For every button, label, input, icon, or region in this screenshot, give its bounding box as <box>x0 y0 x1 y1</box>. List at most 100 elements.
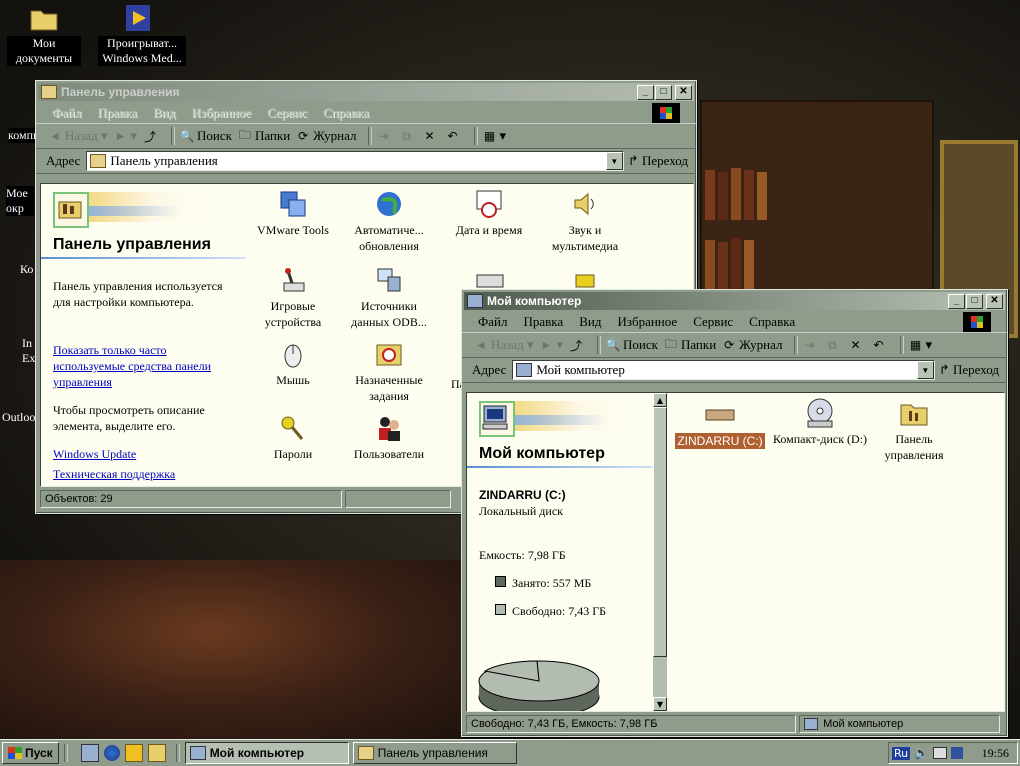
scroll-up-button[interactable]: ▲ <box>653 393 667 407</box>
forward-button[interactable]: ► ▾ <box>539 337 563 353</box>
address-dropdown-button[interactable]: ▼ <box>605 152 623 170</box>
status-disk-info: Свободно: 7,43 ГБ, Емкость: 7,98 ГБ <box>466 715 797 733</box>
history-button[interactable]: ⟳ Журнал <box>722 337 782 353</box>
show-common-tools-link[interactable]: Показать только часто используемые средс… <box>53 342 240 390</box>
address-field[interactable]: Мой компьютер ▼ <box>512 360 935 380</box>
views-button[interactable]: ▦ ▾ <box>909 337 932 353</box>
tech-support-link[interactable]: Техническая поддержка <box>53 466 240 482</box>
undo-icon: ↶ <box>447 128 458 143</box>
info-pane-scrollbar[interactable]: ▲ ▼ <box>653 393 667 711</box>
menu-view[interactable]: Вид <box>579 314 601 330</box>
go-button[interactable]: ↱ Переход <box>939 362 999 378</box>
back-arrow-icon: ◄ <box>475 337 487 352</box>
delete-button[interactable]: ✕ <box>423 129 440 143</box>
history-button[interactable]: ⟳ Журнал <box>296 128 356 144</box>
language-indicator[interactable]: Ru <box>892 746 911 760</box>
scroll-thumb[interactable] <box>653 407 667 657</box>
cp-item-passwords[interactable]: Пароли <box>247 412 339 462</box>
go-arrow-icon: ↱ <box>938 362 953 377</box>
tray-app-icon[interactable] <box>951 747 964 759</box>
back-label: Назад <box>491 337 524 352</box>
menu-view[interactable]: Вид <box>153 105 175 121</box>
menu-tools[interactable]: Сервис <box>693 314 733 330</box>
menu-file[interactable]: Файл <box>478 314 508 330</box>
mc-item-control-panel[interactable]: Панель управления <box>869 397 959 463</box>
address-field[interactable]: Панель управления ▼ <box>86 151 624 171</box>
cp-item-game-controllers[interactable]: Игровые устройства <box>247 264 339 330</box>
outlook-express-icon[interactable] <box>147 744 166 762</box>
mc-item-cd-drive[interactable]: Компакт-диск (D:) <box>772 397 868 447</box>
views-button[interactable]: ▦ ▾ <box>483 128 506 144</box>
show-desktop-icon[interactable] <box>80 744 99 762</box>
up-button[interactable]: ⤴ <box>143 129 160 144</box>
menu-help[interactable]: Справка <box>749 314 795 330</box>
delete-icon: ✕ <box>424 128 435 143</box>
desktop-icon-media-player[interactable]: Проигрыват... Windows Med... <box>98 2 186 66</box>
close-button[interactable]: ✕ <box>675 84 692 100</box>
menu-favorites[interactable]: Избранное <box>617 314 677 330</box>
move-to-button[interactable]: ⇥ <box>803 338 820 352</box>
maximize-button[interactable]: □ <box>966 293 983 309</box>
media-player-icon[interactable] <box>124 744 143 762</box>
search-button[interactable]: 🔍 Поиск <box>180 128 232 144</box>
address-dropdown-button[interactable]: ▼ <box>916 361 934 379</box>
address-value: Мой компьютер <box>536 362 625 377</box>
taskbar-button-my-computer[interactable]: Мой компьютер <box>184 742 349 764</box>
start-button[interactable]: Пуск <box>2 742 59 764</box>
menu-file[interactable]: Файл <box>52 105 82 121</box>
menu-edit[interactable]: Правка <box>98 105 138 121</box>
delete-button[interactable]: ✕ <box>849 338 866 352</box>
taskbar-button-control-panel[interactable]: Панель управления <box>352 742 517 764</box>
cp-item-users[interactable]: Пользователи <box>343 412 435 462</box>
cp-item-vmware-tools[interactable]: VMware Tools <box>247 188 339 238</box>
menu-tools[interactable]: Сервис <box>267 105 307 121</box>
free-swatch <box>495 604 506 615</box>
undo-button[interactable]: ↶ <box>446 129 463 143</box>
network-icon[interactable] <box>933 747 948 759</box>
copy-to-button[interactable]: ⧉ <box>400 129 417 143</box>
copy-to-button[interactable]: ⧉ <box>826 338 843 352</box>
desktop-icon-my-documents[interactable]: Мои документы <box>4 2 84 66</box>
cp-item-date-time[interactable]: Дата и время <box>443 188 535 238</box>
folders-button[interactable]: 🗀 Папки <box>664 337 716 353</box>
pane-description: Панель управления используется для настр… <box>53 279 223 309</box>
cp-item-mouse[interactable]: Мышь <box>247 338 339 388</box>
back-button[interactable]: ◄ Назад ▾ <box>48 128 107 144</box>
up-button[interactable]: ⤴ <box>569 338 586 353</box>
forward-button[interactable]: ► ▾ <box>113 128 137 144</box>
minimize-button[interactable]: _ <box>948 293 965 309</box>
start-label: Пуск <box>25 746 53 760</box>
menu-favorites[interactable]: Избранное <box>191 105 251 121</box>
menu-bar: Файл Правка Вид Избранное Сервис Справка <box>462 312 1007 332</box>
maximize-button[interactable]: □ <box>655 84 672 100</box>
folders-button[interactable]: 🗀 Папки <box>238 128 290 144</box>
minimize-button[interactable]: _ <box>637 84 654 100</box>
delete-icon: ✕ <box>850 337 861 352</box>
cp-item-sound[interactable]: Звук и мультимедиа <box>539 188 631 254</box>
users-icon <box>373 412 405 444</box>
cp-item-auto-updates[interactable]: Автоматиче... обновления <box>343 188 435 254</box>
menu-edit[interactable]: Правка <box>524 314 564 330</box>
close-button[interactable]: ✕ <box>986 293 1003 309</box>
mc-item-drive-c[interactable]: ZINDARRU (C:) <box>670 399 770 449</box>
views-icon: ▦ <box>483 128 496 143</box>
internet-explorer-icon[interactable] <box>103 745 120 761</box>
move-to-button[interactable]: ⇥ <box>377 129 394 143</box>
undo-button[interactable]: ↶ <box>872 338 889 352</box>
back-button[interactable]: ◄ Назад ▾ <box>474 337 533 353</box>
toolbar: ◄ Назад ▾ ► ▾ ⤴ 🔍 Поиск 🗀 Папки ⟳ Журнал ⇥ ⧉ … <box>462 332 1007 358</box>
control-panel-titlebar[interactable]: Панель управления _ □ ✕ <box>38 83 694 101</box>
address-bar: Адрес Мой компьютер ▼ ↱ Переход <box>462 358 1007 383</box>
my-computer-window[interactable]: Мой компьютер _ □ ✕ Файл Правка Вид Избр… <box>461 289 1008 737</box>
task-label: Мой компьютер <box>209 746 305 760</box>
my-computer-titlebar[interactable]: Мой компьютер _ □ ✕ <box>464 292 1005 310</box>
scroll-down-button[interactable]: ▼ <box>653 697 667 711</box>
menu-help[interactable]: Справка <box>323 105 369 121</box>
volume-icon[interactable]: 🔈 <box>914 746 929 760</box>
go-button[interactable]: ↱ Переход <box>628 153 688 169</box>
cp-item-scheduled-tasks[interactable]: Назначенные задания <box>343 338 435 404</box>
cp-item-odbc[interactable]: Источники данных ODB... <box>343 264 435 330</box>
search-icon: 🔍 <box>605 337 621 352</box>
windows-update-link[interactable]: Windows Update <box>53 446 240 462</box>
search-button[interactable]: 🔍 Поиск <box>606 337 658 353</box>
